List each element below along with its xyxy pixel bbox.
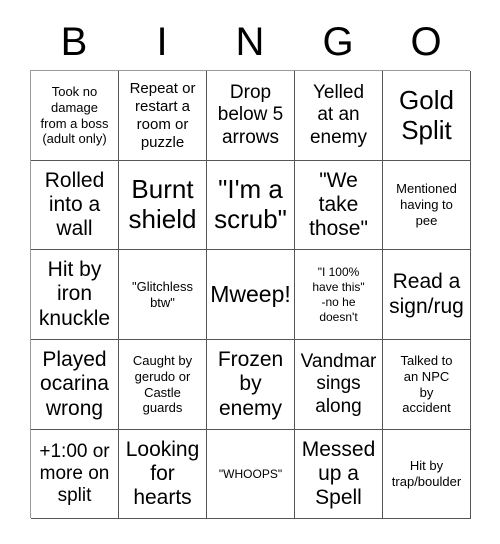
bingo-cell-label: "I'm a scrub"	[214, 174, 287, 234]
bingo-cell-label: Rolled into a wall	[44, 168, 105, 241]
bingo-cell[interactable]: Caught by gerudo or Castle guards	[119, 340, 207, 430]
bingo-cell-label: "We take those"	[309, 168, 368, 241]
bingo-cell[interactable]: Burnt shield	[119, 161, 207, 250]
bingo-cell[interactable]: Hit by iron knuckle	[31, 250, 119, 340]
header-letter-n: N	[235, 20, 265, 64]
bingo-cell[interactable]: Looking for hearts	[119, 430, 207, 519]
bingo-cell-label: Talked to an NPC by accident	[400, 352, 453, 416]
bingo-cell-label: +1:00 or more on split	[39, 440, 110, 507]
bingo-cell[interactable]: "Glitchless btw"	[119, 250, 207, 340]
bingo-cell-label: "WHOOPS"	[218, 466, 283, 481]
bingo-cell-label: Mweep!	[210, 281, 291, 308]
bingo-cell-label: Messed up a Spell	[301, 437, 376, 510]
bingo-cell[interactable]: Repeat or restart a room or puzzle	[119, 71, 207, 161]
bingo-cell-label: Played ocarina wrong	[40, 348, 109, 420]
bingo-cell[interactable]: Took no damage from a boss (adult only)	[31, 71, 119, 161]
header-letter-i: I	[156, 20, 168, 64]
bingo-cell[interactable]: Gold Split	[383, 71, 471, 161]
header-letter-o: O	[410, 20, 442, 64]
bingo-grid: Took no damage from a boss (adult only) …	[30, 70, 471, 519]
bingo-cell[interactable]: "We take those"	[295, 161, 383, 250]
header-letter-g: G	[322, 20, 354, 64]
bingo-cell-label: Took no damage from a boss (adult only)	[40, 83, 109, 147]
bingo-cell-label: Hit by trap/boulder	[391, 458, 462, 489]
bingo-cell-label: Caught by gerudo or Castle guards	[132, 352, 193, 416]
bingo-cell-label: Hit by iron knuckle	[38, 258, 111, 330]
bingo-cell[interactable]: Played ocarina wrong	[31, 340, 119, 430]
bingo-cell-label: Gold Split	[399, 84, 454, 145]
header-letter-b: B	[60, 20, 88, 64]
bingo-cell[interactable]: Yelled at an enemy	[295, 71, 383, 161]
bingo-cell[interactable]: Hit by trap/boulder	[383, 430, 471, 519]
bingo-card: B I N G O Took no damage from a boss (ad…	[0, 0, 500, 544]
bingo-cell-label: Vandmar sings along	[300, 351, 377, 417]
bingo-cell[interactable]: Rolled into a wall	[31, 161, 119, 250]
bingo-cell[interactable]: Vandmar sings along	[295, 340, 383, 430]
bingo-cell[interactable]: +1:00 or more on split	[31, 430, 119, 519]
bingo-cell-label: Mentioned having to pee	[396, 181, 457, 228]
bingo-cell[interactable]: Messed up a Spell	[295, 430, 383, 519]
bingo-cell-label: "Glitchless btw"	[132, 278, 193, 310]
bingo-cell[interactable]: "I'm a scrub"	[207, 161, 295, 250]
bingo-cell[interactable]: Talked to an NPC by accident	[383, 340, 471, 430]
bingo-cell-label: Repeat or restart a room or puzzle	[129, 79, 196, 151]
bingo-cell[interactable]: Drop below 5 arrows	[207, 71, 295, 161]
bingo-cell[interactable]: "WHOOPS"	[207, 430, 295, 519]
bingo-cell[interactable]: Mweep!	[207, 250, 295, 340]
bingo-cell-label: Read a sign/rug	[389, 270, 464, 318]
bingo-cell-label: "I 100% have this" -no he doesn't	[312, 264, 365, 324]
bingo-cell-label: Drop below 5 arrows	[217, 82, 284, 148]
bingo-header: B I N G O	[30, 14, 470, 70]
bingo-cell[interactable]: Frozen by enemy	[207, 340, 295, 430]
bingo-cell[interactable]: Read a sign/rug	[383, 250, 471, 340]
bingo-cell[interactable]: Mentioned having to pee	[383, 161, 471, 250]
bingo-cell[interactable]: "I 100% have this" -no he doesn't	[295, 250, 383, 340]
bingo-cell-label: Yelled at an enemy	[309, 82, 368, 148]
bingo-cell-label: Frozen by enemy	[217, 348, 284, 420]
bingo-cell-label: Burnt shield	[128, 174, 197, 234]
bingo-cell-label: Looking for hearts	[125, 437, 200, 510]
